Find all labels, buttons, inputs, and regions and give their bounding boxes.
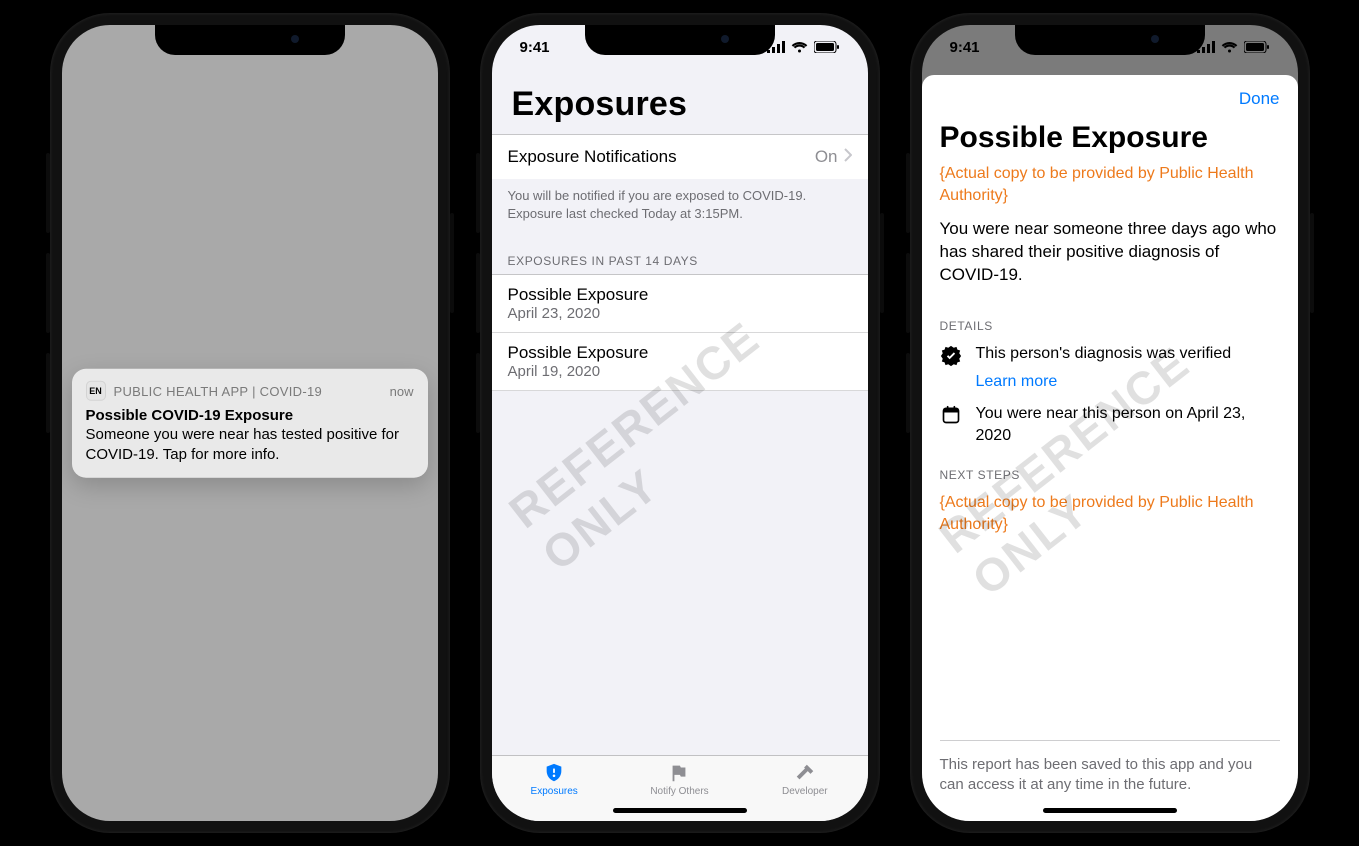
notification-time: now [390, 383, 414, 398]
detail-verified-row: This person's diagnosis was verified [940, 343, 1280, 367]
learn-more-link[interactable]: Learn more [976, 373, 1280, 391]
tab-label: Exposures [531, 786, 578, 797]
exposure-list-item[interactable]: Possible Exposure April 23, 2020 [492, 274, 868, 333]
phone-exposures-list: 9:41 REFERENCE ONLY Exposures Exp [480, 13, 880, 833]
wifi-icon [791, 41, 808, 53]
device-notch [1015, 25, 1205, 55]
device-notch [585, 25, 775, 55]
calendar-icon [940, 405, 962, 425]
details-section-label: DETAILS [940, 319, 1280, 333]
status-time: 9:41 [950, 39, 980, 56]
authority-placeholder-next: {Actual copy to be provided by Public He… [940, 492, 1280, 535]
phone-exposure-detail: 9:41 REFERENCE ONLY Done Possible E [910, 13, 1310, 833]
page-title: Exposures [512, 85, 848, 124]
authority-placeholder-top: {Actual copy to be provided by Public He… [940, 163, 1280, 206]
battery-icon [1244, 41, 1270, 53]
notification-app-name: PUBLIC HEALTH APP | COVID-19 [114, 383, 323, 398]
shield-alert-icon [541, 762, 567, 784]
tab-notify-others[interactable]: Notify Others [617, 762, 742, 797]
battery-icon [814, 41, 840, 53]
chevron-right-icon [844, 148, 852, 167]
exposure-notifications-row[interactable]: Exposure Notifications On [492, 134, 868, 179]
notification-title: Possible COVID-19 Exposure [86, 407, 414, 424]
exposure-date: April 19, 2020 [508, 363, 852, 380]
row-footer-text: You will be notified if you are exposed … [492, 179, 868, 226]
exposure-list-item[interactable]: Possible Exposure April 19, 2020 [492, 333, 868, 391]
verified-badge-icon [940, 345, 962, 367]
status-time: 9:41 [520, 39, 550, 56]
detail-text: This person's diagnosis was verified [976, 343, 1232, 365]
exposure-title: Possible Exposure [508, 343, 852, 363]
notification-body: Someone you were near has tested positiv… [86, 425, 414, 466]
phone-notification-lockscreen: EN PUBLIC HEALTH APP | COVID-19 now Poss… [50, 13, 450, 833]
done-button[interactable]: Done [1239, 89, 1280, 109]
row-label: Exposure Notifications [508, 147, 677, 167]
hammer-icon [792, 762, 818, 784]
sheet-footer-note: This report has been saved to this app a… [940, 740, 1280, 796]
flag-icon [666, 762, 692, 784]
home-indicator[interactable] [1043, 808, 1177, 813]
exposure-title: Possible Exposure [508, 285, 852, 305]
section-header: EXPOSURES IN PAST 14 DAYS [492, 226, 868, 274]
wifi-icon [1221, 41, 1238, 53]
device-notch [155, 25, 345, 55]
exposure-date: April 23, 2020 [508, 305, 852, 322]
detail-date-row: You were near this person on April 23, 2… [940, 403, 1280, 446]
detail-text: You were near this person on April 23, 2… [976, 403, 1280, 446]
push-notification-banner[interactable]: EN PUBLIC HEALTH APP | COVID-19 now Poss… [72, 369, 428, 478]
sheet-body: You were near someone three days ago who… [940, 218, 1280, 287]
exposure-detail-sheet: REFERENCE ONLY Done Possible Exposure {A… [922, 75, 1298, 821]
notification-app-icon: EN [86, 381, 106, 401]
home-indicator[interactable] [613, 808, 747, 813]
row-value: On [815, 147, 838, 167]
tab-label: Notify Others [650, 786, 708, 797]
tab-developer[interactable]: Developer [742, 762, 867, 797]
next-steps-section-label: NEXT STEPS [940, 468, 1280, 482]
sheet-title: Possible Exposure [940, 121, 1280, 155]
tab-exposures[interactable]: Exposures [492, 762, 617, 797]
tab-label: Developer [782, 786, 828, 797]
